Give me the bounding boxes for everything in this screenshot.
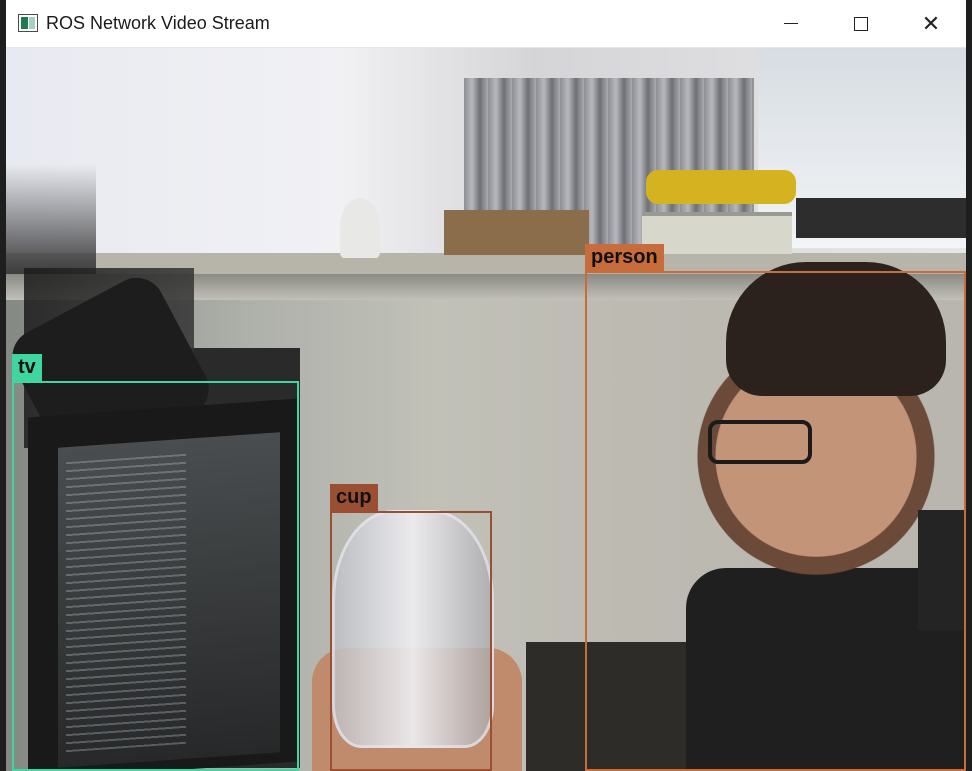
bbox-cup — [330, 511, 492, 771]
close-button[interactable]: ✕ — [896, 0, 966, 47]
shelf-figure — [6, 164, 96, 274]
video-frame: tv cup person — [6, 48, 966, 771]
bbox-label-cup: cup — [330, 484, 378, 511]
bbox-tv — [12, 381, 299, 771]
app-window-icon-panel-right — [29, 17, 35, 29]
synthesizer — [796, 198, 966, 238]
minimize-button[interactable] — [756, 0, 826, 47]
close-icon: ✕ — [921, 10, 941, 36]
white-statue — [340, 198, 380, 258]
maximize-icon — [854, 16, 868, 31]
wooden-box — [444, 210, 589, 255]
books-stack — [642, 212, 792, 254]
yellow-drone — [646, 170, 796, 204]
minimize-icon — [784, 23, 798, 24]
maximize-button[interactable] — [826, 0, 896, 47]
bbox-label-tv: tv — [12, 354, 42, 381]
bbox-person — [585, 271, 966, 771]
title-bar[interactable]: ROS Network Video Stream ✕ — [6, 0, 966, 48]
app-window-icon — [18, 14, 38, 32]
window-title: ROS Network Video Stream — [46, 13, 270, 33]
app-window-icon-panel-left — [21, 17, 28, 29]
bbox-label-person: person — [585, 244, 664, 271]
video-stream-window: ROS Network Video Stream ✕ tv cup person — [6, 0, 966, 771]
